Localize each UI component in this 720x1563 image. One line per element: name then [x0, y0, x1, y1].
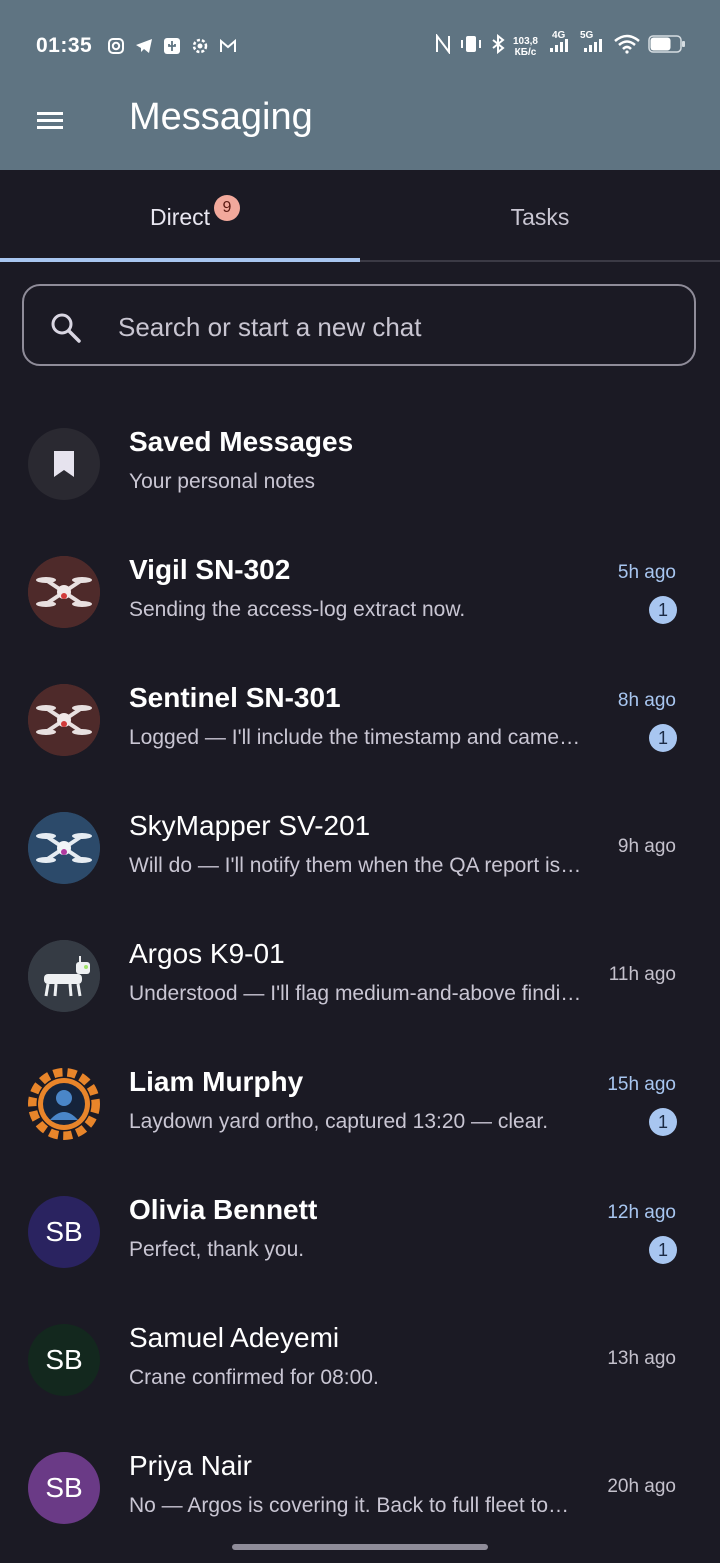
- robot-dog-icon: [28, 940, 100, 1012]
- avatar: [28, 940, 100, 1012]
- nfc-icon: [435, 33, 451, 59]
- unread-count-badge: 1: [649, 1108, 677, 1136]
- chat-name: Saved Messages: [129, 426, 354, 457]
- chat-name: Priya Nair: [129, 1450, 252, 1481]
- menu-button[interactable]: [36, 108, 64, 132]
- avatar: [28, 428, 100, 500]
- chat-row-priya-nair[interactable]: SB Priya Nair No — Argos is covering it.…: [0, 1422, 720, 1550]
- network-type-label: 4G: [552, 30, 566, 41]
- search-input[interactable]: [116, 308, 680, 346]
- chat-row-argos-k9-01[interactable]: Argos K9-01 Understood — I'll flag mediu…: [0, 910, 720, 1038]
- chat-time: 20h ago: [607, 1476, 676, 1497]
- tab-label: Direct: [149, 204, 211, 230]
- chat-row-sentinel-sn-301[interactable]: Sentinel SN-301 Logged — I'll include th…: [0, 654, 720, 782]
- net-speed-unit: КБ/с: [514, 46, 537, 58]
- unread-count-badge: 1: [649, 724, 677, 752]
- chat-preview: Sending the access-log extract now.: [129, 598, 466, 621]
- chat-name: Vigil SN-302: [129, 554, 291, 585]
- home-indicator[interactable]: [232, 1544, 488, 1550]
- chat-name: Samuel Adeyemi: [129, 1322, 340, 1353]
- chat-time: 11h ago: [608, 964, 676, 985]
- tab-direct[interactable]: Direct: [0, 170, 360, 262]
- unread-badge: 9: [214, 195, 240, 221]
- chat-name: Sentinel SN-301: [129, 682, 341, 713]
- avatar: [28, 1068, 100, 1140]
- chat-time: 12h ago: [607, 1202, 676, 1223]
- cell-signal-4g-icon: 4G: [546, 30, 572, 59]
- app-bar: 01:35 103,8 КБ/с 4G 5G Messaging: [0, 0, 720, 170]
- network-type-label: 5G: [580, 30, 594, 41]
- chat-preview: Perfect, thank you.: [129, 1238, 305, 1261]
- chat-time: 9h ago: [617, 836, 676, 857]
- avatar: SB: [28, 1196, 100, 1268]
- avatar-initials: SB: [45, 1344, 83, 1375]
- chat-row-olivia-bennett[interactable]: SB Olivia Bennett Perfect, thank you. 12…: [0, 1166, 720, 1294]
- tab-indicator: [0, 258, 360, 262]
- tab-bar: Direct Tasks: [0, 170, 720, 262]
- unread-count-badge: 1: [649, 1236, 677, 1264]
- chat-preview: Your personal notes: [129, 470, 316, 493]
- avatar: [28, 812, 100, 884]
- chat-name: SkyMapper SV-201: [129, 810, 371, 841]
- telegram-icon: [134, 36, 154, 56]
- chat-row-vigil-sn-302[interactable]: Vigil SN-302 Sending the access-log extr…: [0, 526, 720, 654]
- chat-name: Olivia Bennett: [129, 1194, 318, 1225]
- gear-profile-icon: [28, 1068, 100, 1140]
- avatar-initials: SB: [45, 1216, 83, 1247]
- chat-preview: Crane confirmed for 08:00.: [129, 1366, 379, 1389]
- page-title: Messaging: [129, 96, 313, 138]
- chat-preview: Understood — I'll flag medium-and-above …: [129, 982, 584, 1005]
- vibrate-icon: [459, 34, 483, 59]
- avatar: SB: [28, 1452, 100, 1524]
- unread-count-badge: 1: [649, 596, 677, 624]
- chat-preview: No — Argos is covering it. Back to full …: [129, 1494, 584, 1517]
- avatar-initials: SB: [45, 1472, 83, 1503]
- net-speed: 103,8 КБ/с: [513, 36, 538, 58]
- avatar: SB: [28, 1324, 100, 1396]
- battery-icon: [648, 34, 686, 59]
- chat-time: 5h ago: [617, 562, 676, 583]
- bluetooth-icon: [491, 33, 505, 59]
- chat-name: Liam Murphy: [129, 1066, 304, 1097]
- drone-red-icon: [28, 684, 100, 756]
- drone-red-icon: [28, 556, 100, 628]
- tab-label: Tasks: [510, 204, 570, 230]
- chat-name: Argos K9-01: [129, 938, 285, 969]
- settings-icon: [190, 36, 210, 56]
- avatar: [28, 684, 100, 756]
- search-icon: [51, 313, 81, 343]
- chat-preview: Will do — I'll notify them when the QA r…: [129, 854, 584, 877]
- chat-time: 15h ago: [607, 1074, 676, 1095]
- cell-signal-5g-icon: 5G: [580, 30, 606, 59]
- drone-blue-icon: [28, 812, 100, 884]
- usb-icon: [162, 36, 182, 56]
- instagram-icon: [106, 36, 126, 56]
- system-icons: 103,8 КБ/с 4G 5G: [435, 30, 686, 59]
- chat-preview: Laydown yard ortho, captured 13:20 — cle…: [129, 1110, 549, 1133]
- chat-row-skymapper-sv-201[interactable]: SkyMapper SV-201 Will do — I'll notify t…: [0, 782, 720, 910]
- chat-preview: Logged — I'll include the timestamp and …: [129, 726, 584, 749]
- status-bar: 01:35 103,8 КБ/с 4G 5G: [0, 0, 720, 92]
- tab-tasks[interactable]: Tasks: [360, 170, 720, 262]
- notification-icons: [106, 36, 238, 56]
- chat-row-liam-murphy[interactable]: Liam Murphy Laydown yard ortho, captured…: [0, 1038, 720, 1166]
- bookmark-icon: [54, 451, 74, 477]
- wifi-icon: [614, 34, 640, 59]
- chat-time: 13h ago: [607, 1348, 676, 1369]
- chat-time: 8h ago: [617, 690, 676, 711]
- search-bar[interactable]: [22, 284, 696, 366]
- net-speed-value: 103,8: [512, 35, 538, 47]
- hamburger-menu-icon: [37, 112, 63, 129]
- avatar: [28, 556, 100, 628]
- gmail-icon: [218, 36, 238, 56]
- chat-row-saved-messages[interactable]: Saved Messages Your personal notes: [0, 398, 720, 526]
- status-time: 01:35: [36, 34, 93, 57]
- chat-row-samuel-adeyemi[interactable]: SB Samuel Adeyemi Crane confirmed for 08…: [0, 1294, 720, 1422]
